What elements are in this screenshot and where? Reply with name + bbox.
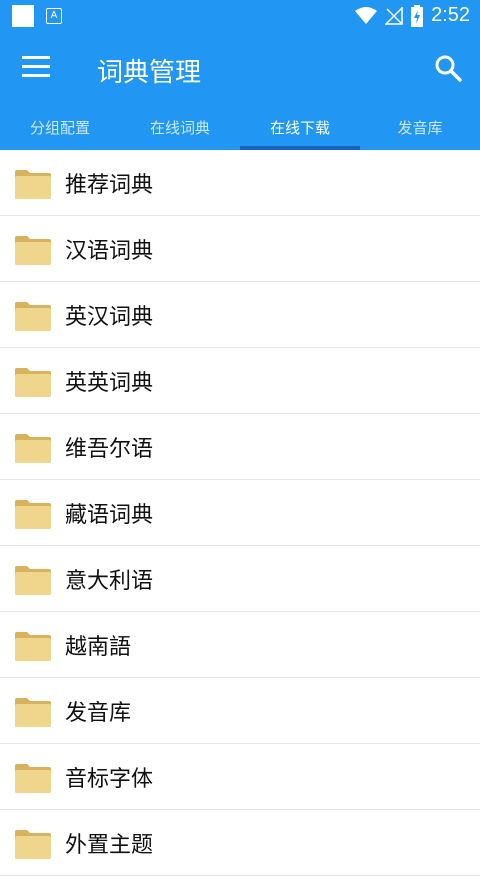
list-item[interactable]: 意大利语 xyxy=(0,546,480,612)
status-right: 2:52 xyxy=(355,4,470,27)
folder-icon xyxy=(15,764,51,793)
folder-list: 推荐词典 汉语词典 英汉词典 英英词典 维吾尔语 藏语词典 意大利语 越南語 发… xyxy=(0,150,480,876)
folder-icon xyxy=(15,500,51,529)
tab-label: 分组配置 xyxy=(29,119,90,137)
search-icon[interactable] xyxy=(434,54,462,82)
list-item[interactable]: 越南語 xyxy=(0,612,480,678)
tab-label: 发音库 xyxy=(397,119,443,137)
list-item-label: 外置主题 xyxy=(65,833,154,858)
folder-icon xyxy=(15,830,51,859)
list-item[interactable]: 发音库 xyxy=(0,678,480,744)
tab-online-download[interactable]: 在线下载 xyxy=(240,106,360,150)
list-item-label: 发音库 xyxy=(65,701,132,726)
status-time: 2:52 xyxy=(431,4,470,26)
tab-pronunciation-library[interactable]: 发音库 xyxy=(360,106,480,150)
battery-charging-icon xyxy=(411,4,424,27)
folder-icon xyxy=(15,632,51,661)
page-title: 词典管理 xyxy=(97,58,202,88)
folder-icon xyxy=(15,434,51,463)
status-left: A xyxy=(12,5,62,27)
tab-bar: 分组配置 在线词典 在线下载 发音库 xyxy=(0,106,480,150)
list-item-label: 推荐词典 xyxy=(65,173,154,198)
tab-label: 在线词典 xyxy=(149,119,210,137)
list-item-label: 维吾尔语 xyxy=(65,437,154,462)
list-item-label: 藏语词典 xyxy=(65,503,154,528)
list-item[interactable]: 维吾尔语 xyxy=(0,414,480,480)
tab-online-dictionary[interactable]: 在线词典 xyxy=(120,106,240,150)
list-item[interactable]: 汉语词典 xyxy=(0,216,480,282)
notification-square-icon xyxy=(12,5,34,27)
hamburger-menu-icon[interactable] xyxy=(22,56,50,80)
list-item[interactable]: 英英词典 xyxy=(0,348,480,414)
list-item-label: 英英词典 xyxy=(65,371,154,396)
list-item-label: 越南語 xyxy=(65,635,132,660)
tab-label: 在线下载 xyxy=(269,119,330,137)
list-item[interactable]: 音标字体 xyxy=(0,744,480,810)
folder-icon xyxy=(15,236,51,265)
app-notification-icon: A xyxy=(46,8,62,24)
no-signal-icon xyxy=(385,6,403,25)
list-item-label: 音标字体 xyxy=(65,767,154,792)
list-item-label: 意大利语 xyxy=(65,569,154,594)
list-item[interactable]: 推荐词典 xyxy=(0,150,480,216)
status-bar: A 2:52 xyxy=(0,0,480,32)
folder-icon xyxy=(15,368,51,397)
list-item[interactable]: 外置主题 xyxy=(0,810,480,876)
folder-icon xyxy=(15,170,51,199)
tab-group-config[interactable]: 分组配置 xyxy=(0,106,120,150)
list-item[interactable]: 藏语词典 xyxy=(0,480,480,546)
folder-icon xyxy=(15,302,51,331)
folder-icon xyxy=(15,698,51,727)
list-item[interactable]: 英汉词典 xyxy=(0,282,480,348)
list-item-label: 英汉词典 xyxy=(65,305,154,330)
app-bar: 词典管理 xyxy=(0,32,480,106)
list-item-label: 汉语词典 xyxy=(65,239,154,264)
folder-icon xyxy=(15,566,51,595)
wifi-icon xyxy=(355,6,378,24)
